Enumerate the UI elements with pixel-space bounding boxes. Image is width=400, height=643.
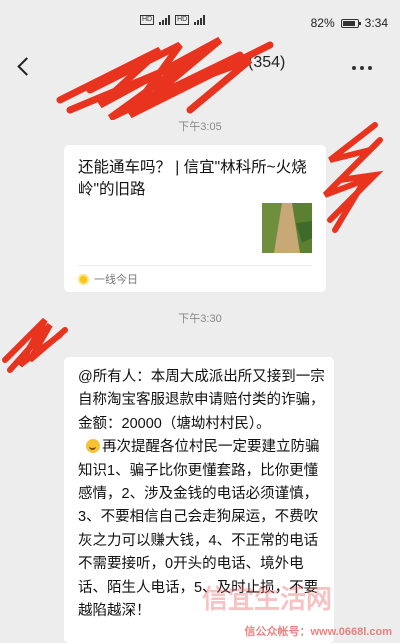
status-right: 82% 3:34: [311, 16, 388, 30]
message-text-part-2: 再次提醒各位村民一定要建立防骗知识1、骗子比你更懂套路，比你更懂感情，2、涉及金…: [78, 439, 320, 620]
shared-article-card[interactable]: 还能通车吗？ | 信宜"林科所~火烧岭"的旧路 一线今日: [64, 145, 326, 292]
signal-icon: [159, 15, 171, 25]
back-arrow-icon[interactable]: [14, 56, 36, 78]
member-count: (354): [248, 54, 286, 71]
signal-group: HD HD: [140, 15, 206, 25]
article-title: 还能通车吗？ | 信宜"林科所~火烧岭"的旧路: [78, 159, 307, 198]
card-divider: [78, 265, 312, 266]
source-name: 一线今日: [94, 274, 138, 286]
hd-badge-2: HD: [175, 15, 190, 25]
more-options-icon[interactable]: [352, 66, 372, 70]
hd-badge: HD: [140, 15, 155, 25]
message-text: @所有人：本周大成派出所又接到一宗自称淘宝客服退款申请赔付类的诈骗，金额：200…: [78, 366, 328, 623]
signal-icon-2: [194, 15, 206, 25]
timestamp: 下午3:30: [178, 313, 222, 325]
message-bubble[interactable]: @所有人：本周大成派出所又接到一宗自称淘宝客服退款申请赔付类的诈骗，金额：200…: [64, 357, 334, 643]
clock: 3:34: [364, 16, 388, 30]
timestamp: 下午3:05: [178, 121, 222, 133]
redaction-scribble-right: [322, 122, 384, 233]
battery-percent: 82%: [310, 16, 335, 30]
battery-icon: [340, 18, 361, 28]
article-source: 一线今日: [78, 271, 138, 287]
article-thumbnail: [262, 203, 312, 253]
smile-emoji-icon: [86, 439, 101, 454]
chat-header: (354): [0, 40, 400, 95]
source-logo-icon: [78, 273, 89, 285]
status-bar: HD HD 82% 3:34: [0, 0, 400, 40]
